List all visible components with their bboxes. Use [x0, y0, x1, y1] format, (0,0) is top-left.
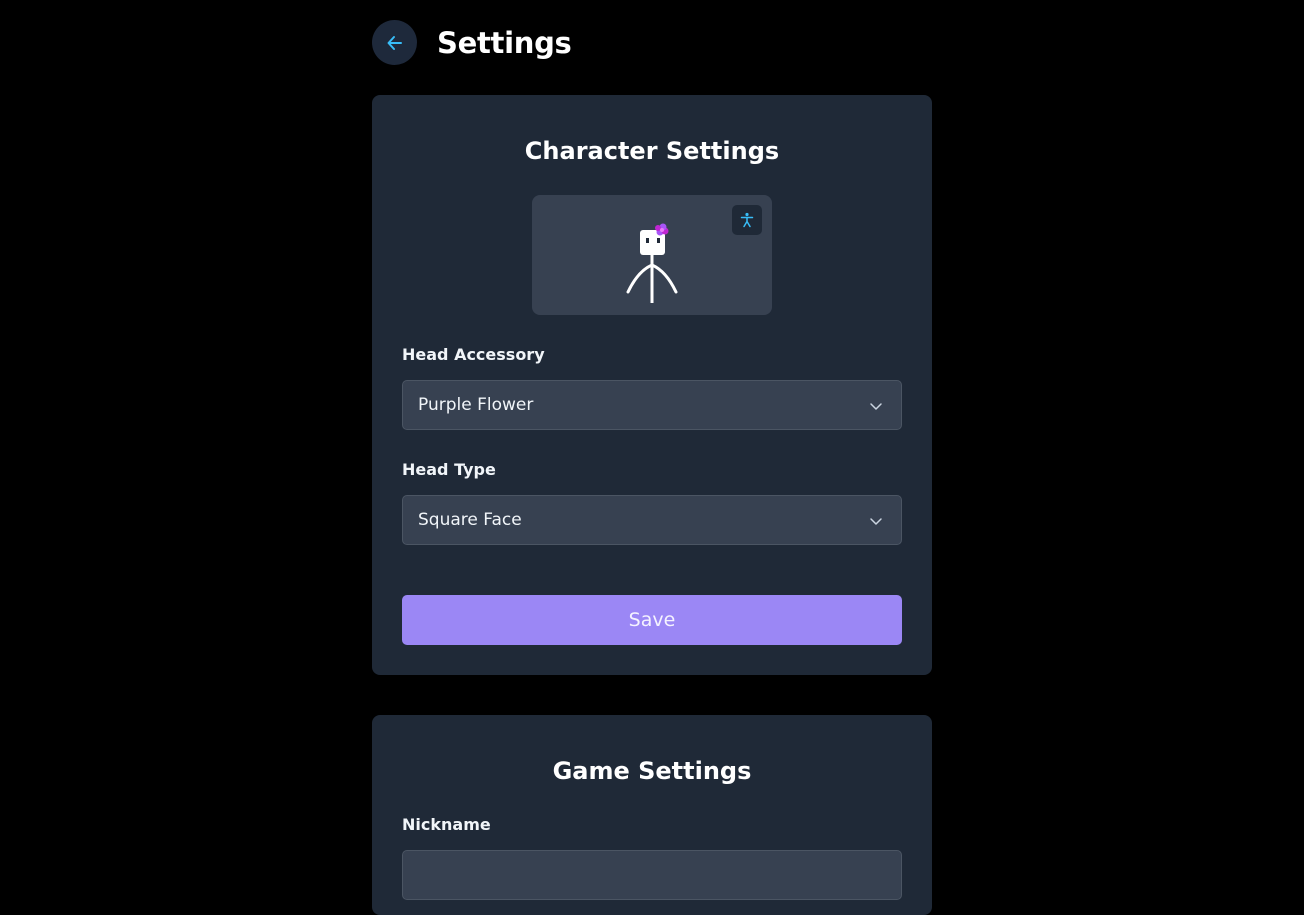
page-header: Settings: [372, 20, 572, 65]
head-accessory-value: Purple Flower: [418, 395, 534, 415]
nickname-label: Nickname: [402, 815, 491, 834]
save-button[interactable]: Save: [402, 595, 902, 645]
head-type-value: Square Face: [418, 510, 522, 530]
game-settings-card: Game Settings Nickname: [372, 715, 932, 915]
nickname-input[interactable]: [402, 850, 902, 900]
head-type-label: Head Type: [402, 460, 496, 479]
purple-flower-accessory: [655, 223, 669, 236]
head-accessory-label: Head Accessory: [402, 345, 545, 364]
chevron-down-icon: [870, 403, 882, 410]
game-settings-title: Game Settings: [552, 757, 752, 785]
arrow-left-icon: [387, 35, 402, 50]
character-settings-card: Character Settings Head Accessory Purple…: [372, 95, 932, 675]
character-settings-title: Character Settings: [524, 137, 780, 165]
accessibility-icon: [740, 212, 754, 228]
head-accessory-select[interactable]: Purple Flower: [402, 380, 902, 430]
chevron-down-icon: [870, 518, 882, 525]
head-type-select[interactable]: Square Face: [402, 495, 902, 545]
back-button[interactable]: [372, 20, 417, 65]
character-preview: [532, 195, 772, 315]
accessibility-toggle-button[interactable]: [732, 205, 762, 235]
page-title: Settings: [437, 25, 572, 60]
